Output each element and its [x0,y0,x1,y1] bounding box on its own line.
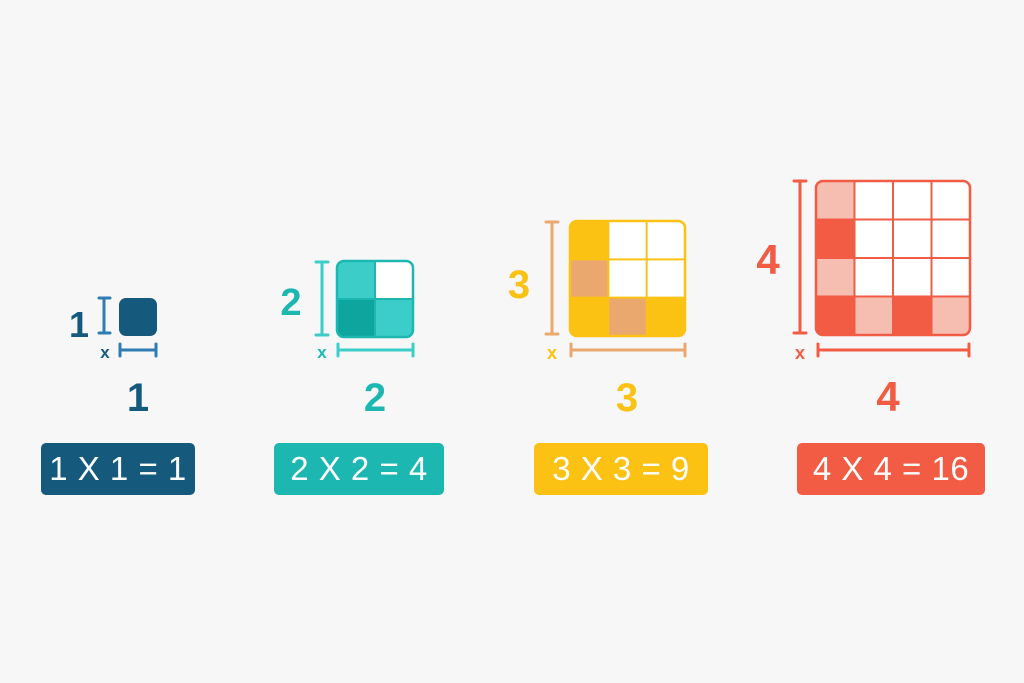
square-3-width-bracket [569,342,687,358]
square-4-grid [814,179,972,337]
square-1-side-label: 1 [69,304,89,345]
square-1-x-label: x [100,343,110,362]
square-1-bottom-label: 1 [127,376,149,420]
square-4-cell [854,296,894,335]
square-4-cell [893,296,932,335]
square-4-bottom-label: 4 [876,373,900,420]
square-1-group: 1 x 1 [69,296,158,420]
square-3-cell [646,297,685,336]
square-2-cell [337,261,376,300]
square-4-width-bracket [816,342,971,358]
square-2-height-bracket [314,260,330,337]
square-2-side-label: 2 [280,282,301,324]
square-4-cell [816,181,855,220]
square-3-group: 3 x 3 [508,219,687,420]
square-2-cell [375,299,413,337]
square-4-height-bracket [792,179,808,335]
square-4-group: 4 x 4 [756,179,972,420]
square-4-x-label: x [795,343,805,363]
square-1-cell [119,298,157,336]
square-3-grid [568,219,687,338]
square-4-cell [816,219,855,259]
equation-badge-2: 2 X 2 = 4 [274,443,444,495]
equation-badge-4: 4 X 4 = 16 [797,443,985,495]
square-4-cell [816,296,855,335]
square-3-cell [608,297,648,336]
square-3-side-label: 3 [508,263,530,307]
square-3-cell [570,259,609,299]
squares-diagram: 1 x 1 2 x 2 3 x 3 4 x 4 [69,179,972,420]
square-1-width-bracket [118,342,158,358]
square-3-x-label: x [547,343,557,363]
square-4-cell [816,258,855,297]
equation-badge-3: 3 X 3 = 9 [534,443,708,495]
square-3-cell [570,221,609,260]
square-2-width-bracket [336,342,415,358]
square-4-side-label: 4 [756,236,780,283]
square-2-group: 2 x 2 [280,259,415,420]
square-3-bottom-label: 3 [616,376,638,420]
square-2-x-label: x [317,343,327,362]
square-2-grid [335,259,415,339]
square-1-height-bracket [97,296,112,335]
square-2-cell [337,299,376,337]
square-2-bottom-label: 2 [364,376,386,420]
equation-badge-1: 1 X 1 = 1 [41,443,195,495]
square-4-cell [931,296,970,335]
square-3-height-bracket [544,220,560,336]
square-3-cell [570,297,609,336]
